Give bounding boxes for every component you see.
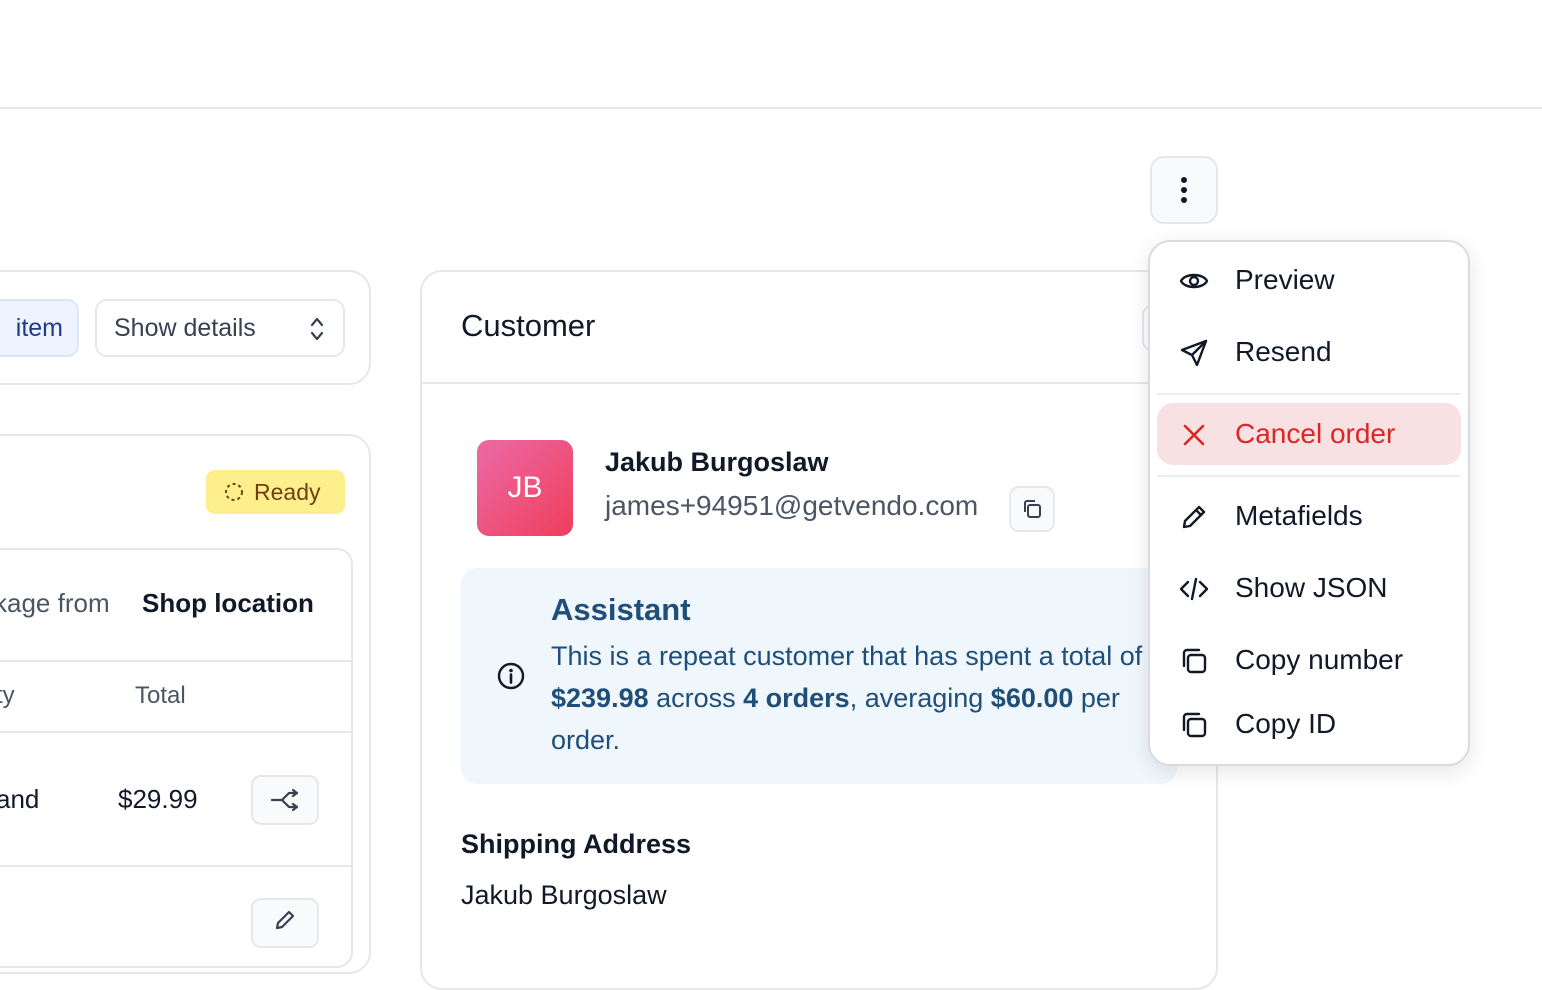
copy-icon <box>1182 648 1207 674</box>
menu-item-label: Metafields <box>1235 500 1363 531</box>
divider <box>0 660 353 662</box>
info-icon <box>497 662 525 690</box>
send-icon <box>1180 339 1208 367</box>
menu-item-preview[interactable]: Preview <box>1157 249 1461 311</box>
copy-icon <box>1182 712 1207 738</box>
menu-item-label: Cancel order <box>1235 418 1396 449</box>
avatar: JB <box>477 440 573 536</box>
divider <box>0 731 353 733</box>
column-header-total: Total <box>135 682 186 709</box>
shipping-address-name: Jakub Burgoslaw <box>461 880 667 910</box>
package-from-label: kage from <box>0 588 110 618</box>
show-details-select[interactable]: Show details <box>95 299 345 357</box>
shipping-address-title: Shipping Address <box>461 829 692 859</box>
copy-email-button[interactable] <box>1009 486 1055 532</box>
split-item-button[interactable] <box>251 775 319 825</box>
menu-divider <box>1157 475 1461 477</box>
menu-divider <box>1157 393 1461 395</box>
chevron-up-down-icon <box>310 317 324 341</box>
show-details-label: Show details <box>114 313 256 342</box>
assistant-title: Assistant <box>551 592 691 627</box>
menu-item-copy-number[interactable]: Copy number <box>1157 629 1461 691</box>
assistant-message: This is a repeat customer that has spent… <box>551 641 1143 755</box>
menu-item-metafields[interactable]: Metafields <box>1157 485 1461 547</box>
add-item-button[interactable]: item <box>0 299 79 357</box>
menu-item-label: Resend <box>1235 336 1332 367</box>
avatar-initials: JB <box>507 471 543 504</box>
edit-item-button[interactable] <box>251 898 319 948</box>
pencil-icon <box>1182 505 1206 529</box>
package-location: Shop location <box>142 588 314 618</box>
menu-item-resend[interactable]: Resend <box>1157 321 1461 383</box>
menu-item-label: Show JSON <box>1235 572 1388 603</box>
status-badge-label: Ready <box>254 478 321 505</box>
top-bar <box>0 0 1542 109</box>
line-item-name: and <box>0 784 40 814</box>
pencil-icon <box>275 910 295 930</box>
more-vertical-icon <box>1181 177 1187 203</box>
close-icon <box>1183 424 1205 446</box>
divider <box>0 865 353 867</box>
split-icon <box>270 788 299 812</box>
menu-item-label: Preview <box>1235 264 1335 295</box>
status-badge: Ready <box>206 470 345 514</box>
eye-icon <box>1179 273 1209 289</box>
progress-circle-icon <box>225 483 243 501</box>
more-actions-button[interactable] <box>1150 156 1218 224</box>
menu-item-show-json[interactable]: Show JSON <box>1157 557 1461 619</box>
code-icon <box>1179 577 1209 601</box>
menu-item-copy-id[interactable]: Copy ID <box>1157 693 1461 755</box>
line-item-total: $29.99 <box>118 784 198 814</box>
menu-item-cancel-order[interactable]: Cancel order <box>1157 403 1461 465</box>
copy-icon <box>1024 500 1041 518</box>
customer-email: james+94951@getvendo.com <box>605 490 979 521</box>
menu-item-label: Copy ID <box>1235 708 1337 739</box>
customer-card-title: Customer <box>461 308 596 343</box>
divider <box>421 382 1217 384</box>
customer-name[interactable]: Jakub Burgoslaw <box>605 447 829 478</box>
menu-item-label: Copy number <box>1235 644 1404 675</box>
column-header-qty: ty <box>0 682 15 709</box>
